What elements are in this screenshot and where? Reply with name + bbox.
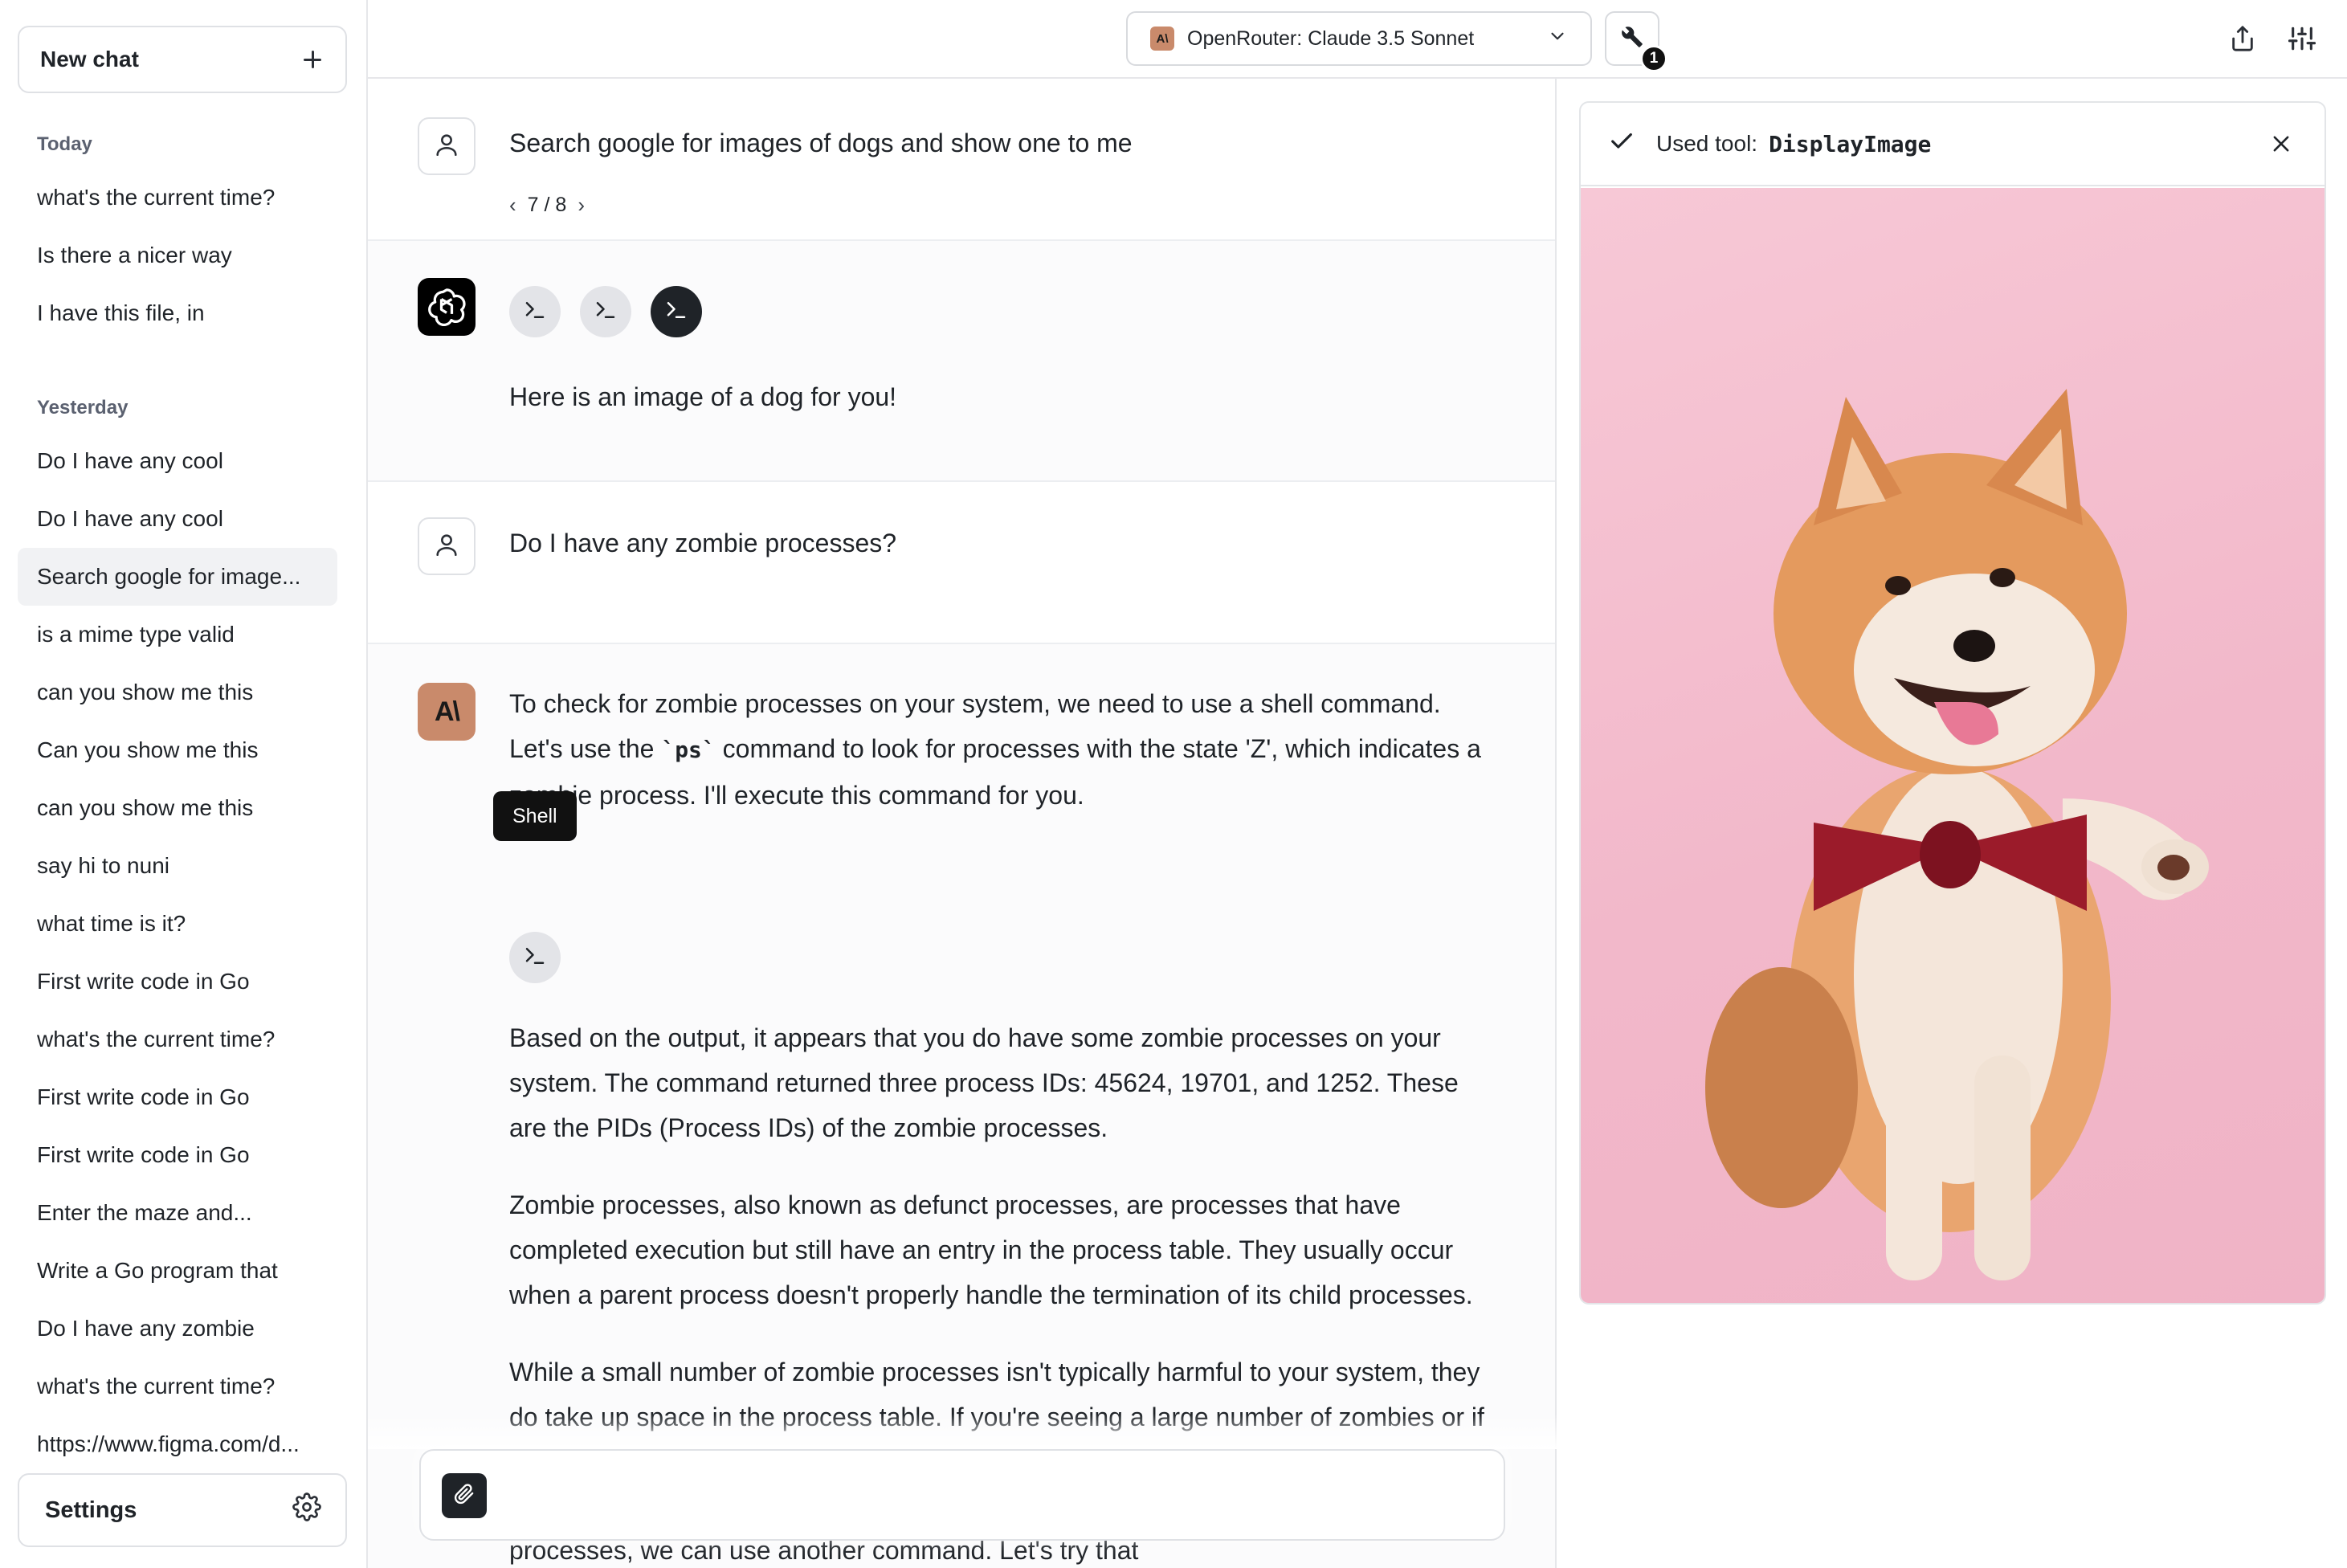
scroll-fade bbox=[368, 1414, 1557, 1449]
check-icon bbox=[1608, 128, 1635, 161]
tool-call-button-active[interactable] bbox=[651, 286, 702, 337]
openai-logo-icon bbox=[426, 284, 467, 330]
terminal-icon bbox=[523, 944, 547, 972]
chat-history-item[interactable]: Is there a nicer way bbox=[18, 227, 337, 284]
chat-history-item[interactable]: First write code in Go bbox=[18, 1126, 337, 1184]
user-avatar bbox=[418, 117, 476, 175]
user-icon bbox=[433, 531, 460, 562]
user-icon bbox=[433, 131, 460, 162]
sliders-icon bbox=[2288, 25, 2316, 56]
message-text: Do I have any zombie processes? bbox=[509, 529, 897, 557]
chat-area: Search google for images of dogs and sho… bbox=[368, 79, 1557, 1568]
sidebar: New chat Today what's the current time? … bbox=[0, 0, 368, 1568]
chat-history-item[interactable]: what's the current time? bbox=[18, 1358, 337, 1415]
group-label-today: Today bbox=[37, 133, 92, 155]
assistant-message: Here is an image of a dog for you! bbox=[368, 241, 1555, 480]
dog-illustration bbox=[1705, 389, 2209, 1280]
chat-history-item[interactable]: is a mime type valid bbox=[18, 606, 337, 664]
message-paragraph: Zombie processes, also known as defunct … bbox=[509, 1190, 1473, 1309]
terminal-icon bbox=[594, 298, 618, 326]
chat-history-item[interactable]: say hi to nuni bbox=[18, 837, 337, 895]
tool-call-button[interactable] bbox=[509, 286, 561, 337]
chat-history-item[interactable]: can you show me this bbox=[18, 664, 337, 721]
terminal-icon bbox=[523, 298, 547, 326]
anthropic-logo-icon: A\ bbox=[1150, 27, 1174, 51]
terminal-icon bbox=[664, 298, 688, 326]
chat-history-item[interactable]: Can you show me this bbox=[18, 721, 337, 779]
plus-icon bbox=[304, 51, 321, 68]
chat-history-item[interactable]: Do I have any cool bbox=[18, 432, 337, 490]
model-label: OpenRouter: Claude 3.5 Sonnet bbox=[1187, 27, 1475, 50]
chat-history-item[interactable]: Write a Go program that bbox=[18, 1242, 337, 1300]
user-message: Do I have any zombie processes? bbox=[368, 482, 1555, 643]
tool-result-header: Used tool: DisplayImage bbox=[1581, 103, 2325, 186]
chat-input[interactable] bbox=[419, 1449, 1505, 1541]
message-paragraph: To check for zombie processes on your sy… bbox=[509, 681, 1497, 818]
chat-history-item[interactable]: can you show me this bbox=[18, 779, 337, 837]
openai-avatar bbox=[418, 278, 476, 336]
dog-image bbox=[1581, 188, 2325, 1303]
used-tool-label: Used tool: bbox=[1656, 131, 1758, 156]
chat-history-item[interactable]: I have this file, in bbox=[18, 284, 337, 342]
paperclip-icon bbox=[454, 1483, 475, 1509]
chat-history-item[interactable]: what's the current time? bbox=[18, 1011, 337, 1068]
chat-history-item[interactable]: First write code in Go bbox=[18, 1068, 337, 1126]
tool-call-button[interactable] bbox=[580, 286, 631, 337]
wrench-icon bbox=[1621, 26, 1643, 52]
chat-history-item[interactable]: Do I have any zombie bbox=[18, 1300, 337, 1358]
user-message: Search google for images of dogs and sho… bbox=[368, 79, 1555, 239]
chevron-right-icon[interactable]: › bbox=[578, 193, 585, 218]
anthropic-avatar: A\ bbox=[418, 683, 476, 741]
chevron-down-icon bbox=[1547, 26, 1568, 52]
shell-tooltip: Shell bbox=[493, 791, 577, 841]
new-chat-label: New chat bbox=[40, 47, 139, 71]
new-chat-button[interactable]: New chat bbox=[18, 26, 347, 93]
user-avatar bbox=[418, 517, 476, 575]
close-icon[interactable] bbox=[2265, 128, 2297, 160]
message-pager: ‹ 7 / 8 › bbox=[509, 193, 585, 218]
message-text: Search google for images of dogs and sho… bbox=[509, 129, 1133, 157]
settings-label: Settings bbox=[45, 1497, 137, 1523]
inline-code: `ps` bbox=[661, 737, 716, 763]
chat-history-item[interactable]: First write code in Go bbox=[18, 953, 337, 1011]
model-selector[interactable]: A\ OpenRouter: Claude 3.5 Sonnet bbox=[1126, 11, 1592, 66]
chat-history-item[interactable]: Do I have any cool bbox=[18, 490, 337, 548]
tool-count-badge: 1 bbox=[1640, 45, 1667, 72]
attach-button[interactable] bbox=[442, 1473, 487, 1518]
top-bar: A\ OpenRouter: Claude 3.5 Sonnet 1 bbox=[368, 0, 2347, 79]
chat-history-item-active[interactable]: Search google for image... bbox=[18, 548, 337, 606]
share-button[interactable] bbox=[2223, 21, 2262, 59]
pager-label: 7 / 8 bbox=[527, 194, 567, 216]
shell-tool-button[interactable] bbox=[509, 932, 561, 983]
chevron-left-icon[interactable]: ‹ bbox=[509, 193, 516, 218]
chat-history-item[interactable]: Enter the maze and... bbox=[18, 1184, 337, 1242]
gear-icon bbox=[292, 1492, 321, 1528]
message-text: Here is an image of a dog for you! bbox=[509, 382, 897, 411]
chat-history-item[interactable]: what's the current time? bbox=[18, 169, 337, 227]
tool-result-panel: Used tool: DisplayImage bbox=[1579, 101, 2326, 1305]
message-paragraph: Based on the output, it appears that you… bbox=[509, 1023, 1459, 1142]
share-icon bbox=[2229, 25, 2256, 56]
chat-history-item[interactable]: https://www.figma.com/d... bbox=[18, 1415, 337, 1473]
settings-sliders-button[interactable] bbox=[2283, 21, 2321, 59]
tool-name: DisplayImage bbox=[1769, 130, 1932, 157]
chat-history-list: Today what's the current time? Is there … bbox=[18, 120, 337, 1473]
chat-history-item[interactable]: what time is it? bbox=[18, 895, 337, 953]
group-label-yesterday: Yesterday bbox=[37, 397, 129, 419]
settings-button[interactable]: Settings bbox=[18, 1473, 347, 1547]
